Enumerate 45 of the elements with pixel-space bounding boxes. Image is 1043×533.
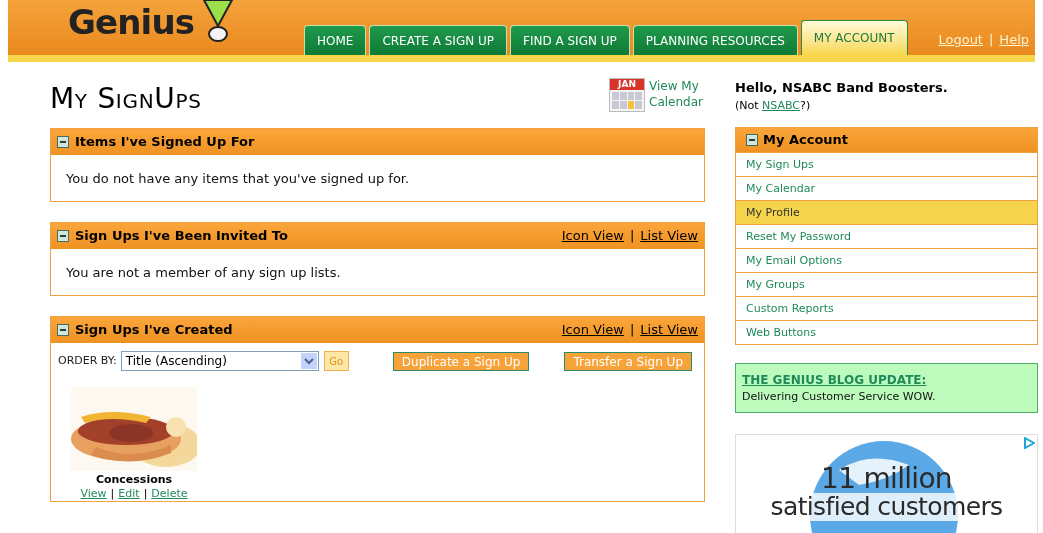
separator: | bbox=[629, 227, 635, 246]
calendar-icon: JAN bbox=[609, 78, 645, 112]
nav-tab[interactable]: FIND A SIGN UP bbox=[510, 25, 630, 55]
not-prefix: (Not bbox=[735, 97, 760, 114]
view-link[interactable]: Icon View bbox=[561, 320, 624, 340]
nav-tab[interactable]: HOME bbox=[304, 25, 367, 55]
section-message: You do not have any items that you've signed up for. bbox=[65, 170, 411, 188]
section-message: You are not a member of any sign up lists. bbox=[65, 264, 342, 282]
order-label: ORDER BY: bbox=[58, 352, 117, 369]
section-title: Sign Ups I've Been Invited To bbox=[75, 227, 288, 246]
logo[interactable]: Genius bbox=[68, 0, 195, 44]
view-link[interactable]: Icon View bbox=[561, 226, 624, 246]
view-link[interactable]: List View bbox=[640, 320, 698, 340]
account-link[interactable]: NSABC bbox=[762, 97, 801, 114]
signup-link[interactable]: Delete bbox=[151, 487, 188, 501]
page-title: My SignUps bbox=[50, 81, 202, 117]
ad-subline: satisfied customers bbox=[768, 493, 1005, 521]
section-title: Items I've Signed Up For bbox=[75, 133, 255, 152]
ad-banner[interactable]: 11 million satisfied customers bbox=[735, 434, 1038, 533]
separator: | bbox=[110, 487, 115, 501]
signup-name: Concessions bbox=[95, 473, 173, 487]
menu-item[interactable]: My Profile bbox=[736, 200, 1037, 224]
signup-link[interactable]: Edit bbox=[118, 487, 140, 501]
separator: | bbox=[629, 321, 635, 340]
section-title: Sign Ups I've Created bbox=[75, 321, 233, 340]
signup-link[interactable]: View bbox=[80, 487, 107, 501]
greeting: Hello, NSABC Band Boosters. bbox=[735, 79, 949, 97]
calendar-link[interactable]: View My Calendar bbox=[649, 78, 705, 110]
order-dropdown[interactable]: Title (Ascending) bbox=[120, 351, 319, 371]
ad-headline: 11 million bbox=[821, 465, 952, 493]
ad-choices-icon[interactable] bbox=[1023, 437, 1035, 449]
collapse-icon[interactable] bbox=[746, 134, 758, 146]
view-link[interactable]: List View bbox=[640, 226, 698, 246]
separator: | bbox=[143, 487, 148, 501]
not-suffix: ?) bbox=[800, 97, 811, 114]
separator: | bbox=[988, 30, 994, 49]
collapse-icon[interactable] bbox=[57, 136, 69, 148]
blog-text: Delivering Customer Service WOW. bbox=[742, 389, 937, 405]
blog-title-link[interactable]: THE GENIUS BLOG UPDATE: bbox=[742, 371, 1031, 389]
nav-tab[interactable]: CREATE A SIGN UP bbox=[369, 25, 507, 55]
collapse-icon[interactable] bbox=[57, 230, 69, 242]
collapse-icon[interactable] bbox=[57, 324, 69, 336]
nav-tab[interactable]: MY ACCOUNT bbox=[800, 20, 908, 55]
menu-title: My Account bbox=[763, 131, 849, 150]
nav-tab[interactable]: PLANNING RESOURCES bbox=[632, 25, 798, 55]
